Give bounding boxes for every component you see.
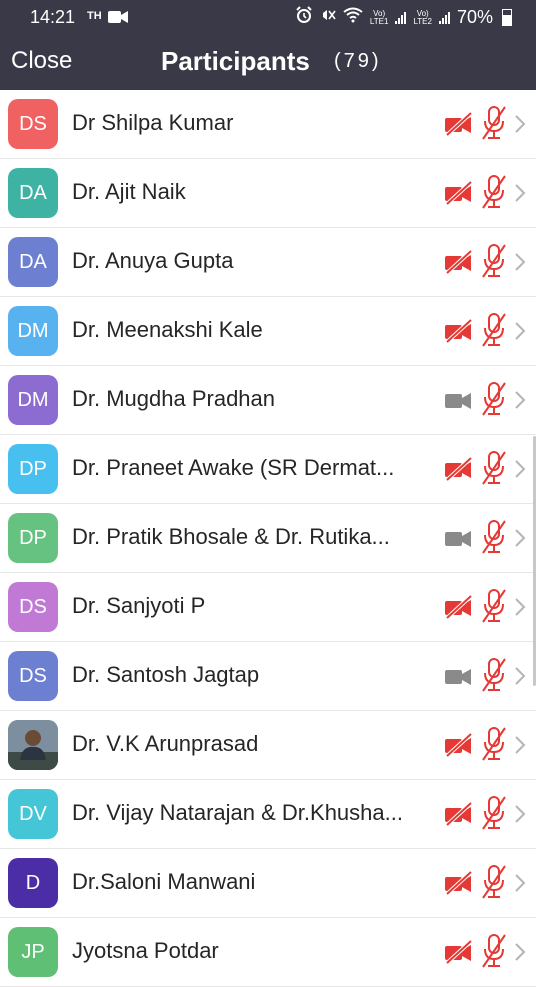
avatar-initials: DS xyxy=(8,99,58,149)
mic-muted-icon xyxy=(481,657,507,698)
chevron-right-icon xyxy=(514,183,526,208)
sim2-network: LTE2 xyxy=(413,16,432,26)
participant-row[interactable]: DS Dr Shilpa Kumar xyxy=(0,90,536,159)
participant-list: DS Dr Shilpa Kumar DA Dr. Ajit Naik DA Dr. An… xyxy=(0,90,536,987)
participant-name: Dr. Mugdha Pradhan xyxy=(72,386,276,411)
participant-row[interactable]: Dr. V.K Arunprasad xyxy=(0,711,536,780)
participant-count: (79) xyxy=(334,50,382,72)
mic-muted-icon xyxy=(481,174,507,215)
wifi-icon xyxy=(343,7,363,28)
video-off-icon xyxy=(444,870,474,900)
mic-muted-icon xyxy=(481,726,507,767)
avatar-photo xyxy=(8,720,58,770)
participant-row[interactable]: DA Dr. Ajit Naik xyxy=(0,159,536,228)
video-off-icon xyxy=(444,111,474,141)
participant-row[interactable]: DM Dr. Mugdha Pradhan xyxy=(0,366,536,435)
chevron-right-icon xyxy=(514,942,526,967)
chevron-right-icon xyxy=(514,666,526,691)
mute-notifications-icon xyxy=(320,7,336,28)
video-off-icon xyxy=(444,180,474,210)
mic-muted-icon xyxy=(481,243,507,284)
avatar-initials: DP xyxy=(8,513,58,563)
participant-name: Dr.Saloni Manwani xyxy=(72,869,256,894)
participant-name: Dr. Anuya Gupta xyxy=(72,248,234,273)
close-button[interactable]: Close xyxy=(11,47,72,75)
mic-muted-icon xyxy=(481,519,507,560)
sim2-label: Vo) LTE2 xyxy=(413,9,432,26)
participant-name: Dr. Meenakshi Kale xyxy=(72,317,263,342)
avatar-initials: D xyxy=(8,858,58,908)
chevron-right-icon xyxy=(514,528,526,553)
participant-name: Dr. Santosh Jagtap xyxy=(72,662,260,687)
participant-row[interactable]: DM Dr. Meenakshi Kale xyxy=(0,297,536,366)
participant-row[interactable]: JP Jyotsna Potdar xyxy=(0,918,536,987)
participant-name: Jyotsna Potdar xyxy=(72,938,219,963)
mic-muted-icon xyxy=(481,450,507,491)
participant-row[interactable]: DP Dr. Praneet Awake (SR Dermat... xyxy=(0,435,536,504)
avatar-initials: DM xyxy=(8,375,58,425)
participant-row[interactable]: DV Dr. Vijay Natarajan & Dr.Khusha... xyxy=(0,780,536,849)
participants-header: Close Participants (79) xyxy=(0,34,536,90)
sim1-label: Vo) LTE1 xyxy=(369,9,389,26)
mic-muted-icon xyxy=(481,105,507,146)
avatar-initials: DP xyxy=(8,444,58,494)
video-recording-icon xyxy=(108,9,128,29)
chevron-right-icon xyxy=(514,114,526,139)
status-bar: 14:21 TH Vo) LTE1 Vo) LTE2 70% xyxy=(0,0,536,34)
status-icons: Vo) LTE1 Vo) LTE2 70% xyxy=(295,6,512,29)
participant-row[interactable]: D Dr.Saloni Manwani xyxy=(0,849,536,918)
participant-name: Dr. Vijay Natarajan & Dr.Khusha... xyxy=(72,800,403,825)
participant-name: Dr. Pratik Bhosale & Dr. Rutika... xyxy=(72,524,390,549)
sim1-network: LTE1 xyxy=(369,16,389,26)
avatar-initials: JP xyxy=(8,927,58,977)
signal-bars-icon xyxy=(395,11,407,24)
battery-percent: 70% xyxy=(456,7,493,27)
chevron-right-icon xyxy=(514,252,526,277)
chevron-right-icon xyxy=(514,873,526,898)
avatar-initials: DS xyxy=(8,582,58,632)
participant-row[interactable]: DS Dr. Santosh Jagtap xyxy=(0,642,536,711)
page-title: Participants xyxy=(161,46,310,76)
participant-name: Dr. Praneet Awake (SR Dermat... xyxy=(72,455,395,480)
participant-row[interactable]: DS Dr. Sanjyoti P xyxy=(0,573,536,642)
video-off-icon xyxy=(444,594,474,624)
participant-name: Dr. Sanjyoti P xyxy=(72,593,206,618)
participant-row[interactable]: DP Dr. Pratik Bhosale & Dr. Rutika... xyxy=(0,504,536,573)
participant-name: Dr Shilpa Kumar xyxy=(72,110,234,135)
chevron-right-icon xyxy=(514,459,526,484)
avatar-initials: DA xyxy=(8,168,58,218)
avatar-initials: DA xyxy=(8,237,58,287)
chevron-right-icon xyxy=(514,735,526,760)
video-off-icon xyxy=(444,456,474,486)
avatar-initials: DS xyxy=(8,651,58,701)
chevron-right-icon xyxy=(514,321,526,346)
alarm-icon xyxy=(295,6,313,29)
video-camera-icon xyxy=(444,388,474,417)
avatar-initials: DV xyxy=(8,789,58,839)
participant-name: Dr. V.K Arunprasad xyxy=(72,731,259,756)
status-time: 14:21 xyxy=(30,7,76,27)
video-off-icon xyxy=(444,318,474,348)
participant-name: Dr. Ajit Naik xyxy=(72,179,186,204)
carrier-label: TH xyxy=(87,10,102,22)
battery-icon xyxy=(502,9,512,26)
video-off-icon xyxy=(444,801,474,831)
video-off-icon xyxy=(444,939,474,969)
mic-muted-icon xyxy=(481,312,507,353)
chevron-right-icon xyxy=(514,804,526,829)
video-camera-icon xyxy=(444,526,474,555)
mic-muted-icon xyxy=(481,588,507,629)
signal-bars-icon xyxy=(438,11,450,24)
participant-row[interactable]: DA Dr. Anuya Gupta xyxy=(0,228,536,297)
video-camera-icon xyxy=(444,664,474,693)
mic-muted-icon xyxy=(481,864,507,905)
video-off-icon xyxy=(444,732,474,762)
avatar-initials: DM xyxy=(8,306,58,356)
chevron-right-icon xyxy=(514,390,526,415)
chevron-right-icon xyxy=(514,597,526,622)
video-off-icon xyxy=(444,249,474,279)
mic-muted-icon xyxy=(481,381,507,422)
mic-muted-icon xyxy=(481,795,507,836)
